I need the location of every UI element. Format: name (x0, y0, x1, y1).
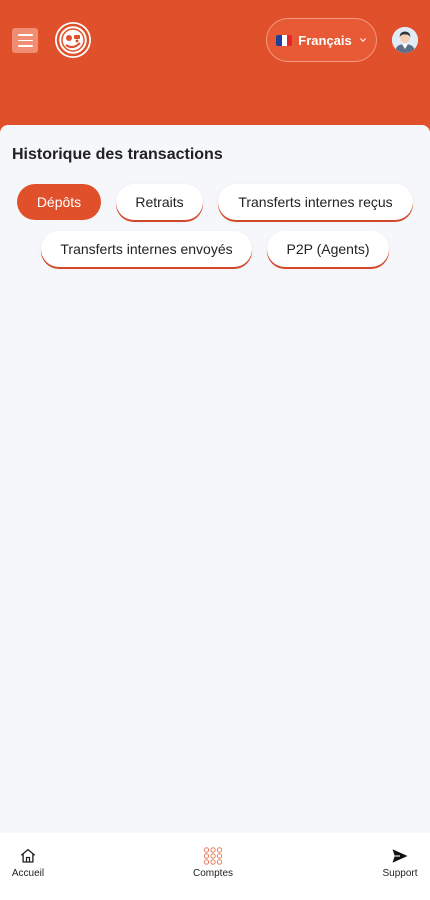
page-title: Historique des transactions (12, 146, 223, 163)
nav-home-label: Accueil (11, 868, 45, 879)
grid-icon (203, 847, 223, 865)
user-avatar[interactable] (392, 27, 418, 53)
chevron-down-icon (359, 38, 366, 42)
home-icon (20, 848, 36, 863)
flag-fr-icon (276, 34, 293, 46)
transactions-card: Historique des transactions Dépôts Retra… (0, 125, 430, 833)
tab-internal-transfers-received[interactable]: Transferts internes reçus (218, 184, 413, 220)
menu-line (17, 45, 33, 47)
nav-support[interactable]: Support (380, 847, 420, 879)
send-icon (392, 849, 408, 863)
nav-home[interactable]: Accueil (10, 847, 46, 879)
bottom-navigation: Accueil Comptes Support (0, 833, 430, 900)
brand-logo-icon (56, 23, 90, 57)
menu-line (17, 39, 33, 42)
hamburger-menu-button[interactable] (12, 28, 38, 53)
nav-support-label: Support (382, 868, 418, 879)
tab-p2p-agents[interactable]: P2P (Agents) (267, 231, 389, 267)
language-label: Français (298, 32, 352, 48)
tab-internal-transfers-sent[interactable]: Transferts internes envoyés (41, 231, 252, 267)
menu-line (17, 34, 33, 36)
tab-deposits[interactable]: Dépôts (17, 184, 101, 220)
brand-logo[interactable] (55, 22, 91, 58)
avatar-icon (392, 27, 418, 53)
tab-withdrawals[interactable]: Retraits (116, 184, 203, 220)
language-selector[interactable]: Français (266, 18, 377, 62)
nav-accounts[interactable]: Comptes (190, 847, 236, 879)
nav-accounts-label: Comptes (192, 868, 233, 879)
